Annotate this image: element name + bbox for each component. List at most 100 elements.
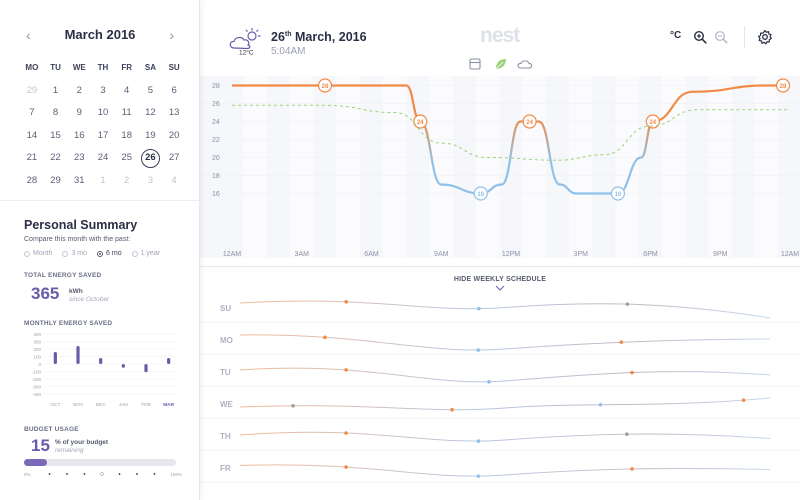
calendar-day[interactable]: 24 bbox=[91, 147, 115, 169]
radio-icon bbox=[97, 250, 104, 257]
mini-x-tick: FEB bbox=[141, 402, 150, 408]
calendar-day[interactable]: 29 bbox=[44, 170, 68, 192]
calendar-day[interactable]: 7 bbox=[20, 102, 44, 124]
calendar-day[interactable]: 5 bbox=[139, 80, 163, 102]
calendar-day[interactable]: 2 bbox=[67, 80, 91, 102]
next-month-button[interactable]: › bbox=[169, 26, 174, 44]
calendar-day[interactable]: 27 bbox=[162, 147, 186, 169]
calendar-day[interactable]: 19 bbox=[139, 125, 163, 147]
weekday-su: SU bbox=[168, 63, 180, 72]
calendar-day[interactable]: 28 bbox=[20, 170, 44, 192]
schedule-setpoint-dot[interactable] bbox=[450, 407, 454, 412]
x-tick-label: 6PM bbox=[643, 251, 658, 258]
calendar-day[interactable]: 29 bbox=[20, 80, 44, 102]
calendar-day[interactable]: 18 bbox=[115, 125, 139, 147]
unit-toggle-button[interactable]: °C bbox=[670, 30, 681, 41]
mini-bar bbox=[99, 358, 103, 364]
schedule-setpoint-dot[interactable] bbox=[476, 439, 481, 443]
calendar-day[interactable]: 9 bbox=[67, 102, 91, 124]
weather-mode-icon[interactable] bbox=[517, 60, 533, 69]
calendar-day[interactable]: 23 bbox=[67, 147, 91, 169]
budget-tick-dot bbox=[136, 473, 138, 475]
schedule-setpoint-dot[interactable] bbox=[344, 368, 348, 372]
calendar-day[interactable]: 12 bbox=[139, 102, 163, 124]
calendar-day[interactable]: 3 bbox=[91, 80, 115, 102]
mini-x-tick: DEC bbox=[96, 402, 107, 408]
calendar-day[interactable]: 4 bbox=[162, 170, 186, 192]
mini-y-tick: 0 bbox=[38, 362, 41, 367]
schedule-setpoint-dot[interactable] bbox=[630, 370, 634, 375]
calendar-day[interactable]: 3 bbox=[139, 170, 163, 192]
schedule-setpoint-dot[interactable] bbox=[476, 348, 481, 352]
main-panel: 28 26 24 22 20 18 16 12AM 3AM 6AM 9AM 12PM 3PM 6PM 9PM… bbox=[200, 0, 800, 500]
schedule-setpoint-dot[interactable] bbox=[291, 403, 295, 408]
schedule-setpoint-dot[interactable] bbox=[344, 431, 348, 435]
schedule-setpoint-dot[interactable] bbox=[598, 402, 603, 407]
calendar-day[interactable]: 15 bbox=[44, 125, 68, 147]
schedule-curve bbox=[239, 431, 771, 442]
schedule-setpoint-dot[interactable] bbox=[625, 432, 629, 436]
eco-leaf-icon[interactable] bbox=[495, 59, 506, 70]
calendar-day[interactable]: 8 bbox=[44, 102, 68, 124]
zoom-in-icon[interactable] bbox=[693, 30, 707, 44]
calendar-day[interactable]: 10 bbox=[91, 102, 115, 124]
calendar-day-selected[interactable]: 26 bbox=[139, 147, 163, 169]
calendar-day[interactable]: 1 bbox=[91, 170, 115, 192]
calendar-day[interactable]: 17 bbox=[91, 125, 115, 147]
schedule-setpoint-dot[interactable] bbox=[487, 380, 491, 384]
hide-weekly-schedule-button[interactable]: HIDE WEEKLY SCHEDULE bbox=[200, 276, 800, 293]
range-option[interactable]: 3 mo bbox=[62, 250, 87, 257]
mini-x-tick: NOV bbox=[73, 402, 84, 408]
calendar-day[interactable]: 11 bbox=[115, 102, 139, 124]
hide-weekly-schedule-label: HIDE WEEKLY SCHEDULE bbox=[453, 276, 547, 283]
calendar-day[interactable]: 13 bbox=[162, 102, 186, 124]
range-option[interactable]: 1 year bbox=[131, 250, 160, 257]
budget-remaining: remaining bbox=[55, 447, 84, 454]
setpoint-label: 28 bbox=[322, 84, 329, 90]
schedule-setpoint-dot[interactable] bbox=[344, 465, 348, 469]
mini-y-tick: 100 bbox=[33, 354, 41, 359]
mini-y-tick: -200 bbox=[32, 377, 42, 382]
mini-bar bbox=[144, 364, 148, 373]
calendar-day[interactable]: 1 bbox=[44, 80, 68, 102]
calendar-day[interactable]: 20 bbox=[162, 125, 186, 147]
schedule-setpoint-dot[interactable] bbox=[630, 467, 634, 471]
range-option[interactable]: Month bbox=[24, 250, 52, 257]
date-suffix: th bbox=[284, 30, 292, 38]
calendar-day[interactable]: 21 bbox=[20, 147, 44, 169]
setpoint-label: 24 bbox=[417, 120, 424, 126]
settings-gear-icon[interactable] bbox=[757, 29, 773, 45]
schedule-setpoint-dot[interactable] bbox=[741, 398, 746, 403]
schedule-setpoint-dot[interactable] bbox=[619, 340, 624, 344]
schedule-setpoint-dot[interactable] bbox=[323, 335, 327, 340]
calendar-mode-icon[interactable] bbox=[469, 58, 481, 70]
total-energy-value: 365 bbox=[31, 284, 60, 303]
x-tick-label: 3AM bbox=[295, 251, 310, 258]
calendar-day[interactable]: 16 bbox=[67, 125, 91, 147]
schedule-divider bbox=[200, 266, 800, 267]
calendar-header: ‹ March 2016 › bbox=[20, 26, 180, 44]
x-tick-label: 3PM bbox=[574, 251, 589, 258]
mini-y-tick: 400 bbox=[33, 332, 41, 337]
calendar-day[interactable]: 4 bbox=[115, 80, 139, 102]
calendar-day[interactable]: 25 bbox=[115, 147, 139, 169]
calendar-day[interactable]: 2 bbox=[115, 170, 139, 192]
budget-label: BUDGET USAGE bbox=[24, 426, 79, 433]
weekday-we: WE bbox=[72, 63, 86, 72]
schedule-setpoint-dot[interactable] bbox=[344, 299, 348, 304]
mini-bar bbox=[53, 352, 57, 364]
schedule-curve bbox=[239, 397, 771, 411]
schedule-setpoint-dot[interactable] bbox=[476, 474, 481, 478]
budget-text: % of your budget bbox=[55, 439, 109, 446]
y-tick-label: 16 bbox=[212, 191, 220, 198]
calendar-day[interactable]: 22 bbox=[44, 147, 68, 169]
schedule-day-label: FR bbox=[220, 464, 231, 473]
schedule-setpoint-dot[interactable] bbox=[625, 302, 630, 306]
calendar-day[interactable]: 14 bbox=[20, 125, 44, 147]
range-option[interactable]: 6 mo bbox=[97, 250, 122, 257]
calendar-day[interactable]: 31 bbox=[67, 170, 91, 192]
calendar-day[interactable]: 6 bbox=[162, 80, 186, 102]
zoom-out-icon[interactable] bbox=[714, 30, 728, 44]
budget-progress-bar bbox=[24, 459, 176, 466]
schedule-setpoint-dot[interactable] bbox=[476, 306, 481, 311]
